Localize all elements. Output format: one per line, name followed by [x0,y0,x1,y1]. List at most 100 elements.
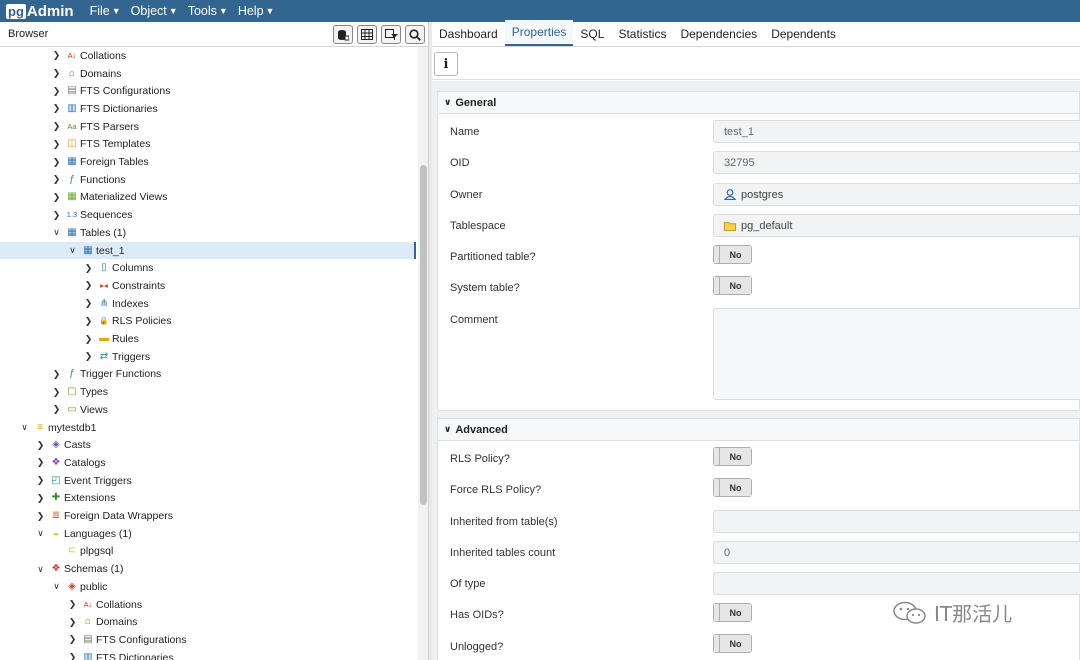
chevron-right-icon[interactable]: ❯ [35,475,46,486]
pgadmin-logo[interactable]: pg Admin [6,3,74,20]
tree-node-indexes[interactable]: ❯ ⋔ Indexes [0,295,416,313]
search-button[interactable] [405,25,425,44]
tab-dashboard[interactable]: Dashboard [432,27,505,46]
chevron-right-icon[interactable]: ❯ [83,280,94,291]
chevron-right-icon[interactable]: ❯ [51,174,62,185]
partitioned-toggle[interactable]: No [713,245,752,264]
of-type-field[interactable] [713,572,1080,595]
inherited-from-field[interactable] [713,510,1080,533]
oid-field[interactable]: 32795 [713,151,1080,174]
chevron-right-icon[interactable]: ❯ [51,139,62,150]
chevron-right-icon[interactable]: ❯ [51,369,62,380]
chevron-down-icon[interactable]: ∨ [67,245,78,256]
tree-node-test-1[interactable]: ∨ ▦ test_1 [0,241,416,260]
chevron-right-icon[interactable]: ❯ [83,316,94,327]
chevron-right-icon[interactable]: ❯ [67,599,78,610]
tree-node-languages-1[interactable]: ∨ ◒ Languages (1) [0,525,416,543]
query-tool-button[interactable] [333,25,353,44]
owner-field[interactable]: postgres [713,183,1080,206]
menu-object[interactable]: Object ▼ [131,4,178,18]
unlogged-toggle[interactable]: No [713,634,752,653]
chevron-right-icon[interactable]: ❯ [83,263,94,274]
name-field[interactable]: test_1 [713,120,1080,143]
view-data-button[interactable] [357,25,377,44]
tree-node-foreign-data-wrappers[interactable]: ❯ ≣ Foreign Data Wrappers [0,507,416,525]
tree-node-tables-1[interactable]: ∨ ▦ Tables (1) [0,224,416,242]
tree-node-schemas-1[interactable]: ∨ ❖ Schemas (1) [0,560,416,578]
chevron-right-icon[interactable]: ❯ [35,440,46,451]
chevron-right-icon[interactable]: ❯ [83,298,94,309]
tree-node-materialized-views[interactable]: ❯ ▦ Materialized Views [0,189,416,207]
tree-node-fts-templates[interactable]: ❯ ◫ FTS Templates [0,136,416,154]
tree-node-catalogs[interactable]: ❯ ❖ Catalogs [0,454,416,472]
tree-node-trigger-functions[interactable]: ❯ ƒ Trigger Functions [0,366,416,384]
tree-node-event-triggers[interactable]: ❯ ◰ Event Triggers [0,472,416,490]
tree-node-functions[interactable]: ❯ ƒ Functions [0,171,416,189]
tab-properties[interactable]: Properties [504,20,574,46]
tree-node-rls-policies[interactable]: ❯ 🔒 RLS Policies [0,313,416,331]
tree-node-fts-configurations[interactable]: ❯ ▤ FTS Configurations [0,82,416,100]
chevron-right-icon[interactable]: ❯ [83,351,94,362]
tab-statistics[interactable]: Statistics [611,27,673,46]
tree-node-rules[interactable]: ❯ ▬ Rules [0,330,416,348]
chevron-right-icon[interactable]: ❯ [51,404,62,415]
force-rls-toggle[interactable]: No [713,478,752,497]
chevron-right-icon[interactable]: ❯ [67,652,78,660]
tree-node-mytestdb1[interactable]: ∨ ≡ mytestdb1 [0,419,416,437]
chevron-right-icon[interactable]: ❯ [35,493,46,504]
tree-node-types[interactable]: ❯ ▢ Types [0,383,416,401]
chevron-right-icon[interactable]: ❯ [51,121,62,132]
tab-dependents[interactable]: Dependents [764,27,843,46]
chevron-right-icon[interactable]: ❯ [51,192,62,203]
tree-node-casts[interactable]: ❯ ◈ Casts [0,436,416,454]
tab-sql[interactable]: SQL [573,27,611,46]
inherited-count-field[interactable]: 0 [713,541,1080,564]
filter-rows-button[interactable] [381,25,401,44]
tree-node-constraints[interactable]: ❯ ▸◂ Constraints [0,277,416,295]
tree-node-fts-parsers[interactable]: ❯ Aa FTS Parsers [0,118,416,136]
tree-node-extensions[interactable]: ❯ ✚ Extensions [0,490,416,508]
system-table-toggle[interactable]: No [713,276,752,295]
info-button[interactable]: i [434,52,458,76]
menu-file[interactable]: File ▼ [90,4,121,18]
tree-node-plpgsql[interactable]: ⊂ plpgsql [0,543,416,561]
chevron-right-icon[interactable]: ❯ [51,50,62,61]
tree-scrollbar-thumb[interactable] [420,165,427,505]
has-oids-toggle[interactable]: No [713,603,752,622]
chevron-right-icon[interactable]: ❯ [51,86,62,97]
chevron-right-icon[interactable]: ❯ [35,457,46,468]
tree-node-collations[interactable]: ❯ A↓ Collations [0,596,416,614]
chevron-right-icon[interactable]: ❯ [67,617,78,628]
tab-dependencies[interactable]: Dependencies [673,27,764,46]
chevron-right-icon[interactable]: ❯ [83,334,94,345]
tree-node-fts-configurations[interactable]: ❯ ▤ FTS Configurations [0,631,416,649]
tree-node-fts-dictionaries[interactable]: ❯ ▥ FTS Dictionaries [0,100,416,118]
chevron-right-icon[interactable]: ❯ [35,511,46,522]
tree-node-domains[interactable]: ❯ ⌂ Domains [0,65,416,83]
tree-node-columns[interactable]: ❯ ▯ Columns [0,259,416,277]
tree-node-sequences[interactable]: ❯ 1.3 Sequences [0,206,416,224]
menu-help[interactable]: Help ▼ [238,4,275,18]
comment-field[interactable] [713,308,1080,400]
tree-node-triggers[interactable]: ❯ ⇄ Triggers [0,348,416,366]
tablespace-field[interactable]: pg_default [713,214,1080,237]
tree-node-domains[interactable]: ❯ ⌂ Domains [0,613,416,631]
chevron-down-icon[interactable]: ∨ [19,422,30,433]
tree-node-foreign-tables[interactable]: ❯ ▦ Foreign Tables [0,153,416,171]
rls-policy-toggle[interactable]: No [713,447,752,466]
tree-node-collations[interactable]: ❯ A↓ Collations [0,47,416,65]
chevron-down-icon[interactable]: ∨ [35,564,46,575]
chevron-right-icon[interactable]: ❯ [67,634,78,645]
tree-node-views[interactable]: ❯ ▭ Views [0,401,416,419]
chevron-right-icon[interactable]: ❯ [51,157,62,168]
chevron-down-icon[interactable]: ∨ [35,528,46,539]
chevron-right-icon[interactable]: ❯ [51,210,62,221]
chevron-right-icon[interactable]: ❯ [51,103,62,114]
tree-node-public[interactable]: ∨ ◈ public [0,578,416,596]
general-section-header[interactable]: ∨ General [438,92,1079,114]
chevron-down-icon[interactable]: ∨ [51,581,62,592]
advanced-section-header[interactable]: ∨ Advanced [438,419,1079,441]
menu-tools[interactable]: Tools ▼ [188,4,228,18]
chevron-right-icon[interactable]: ❯ [51,387,62,398]
tree-node-fts-dictionaries[interactable]: ❯ ▥ FTS Dictionaries [0,649,416,660]
